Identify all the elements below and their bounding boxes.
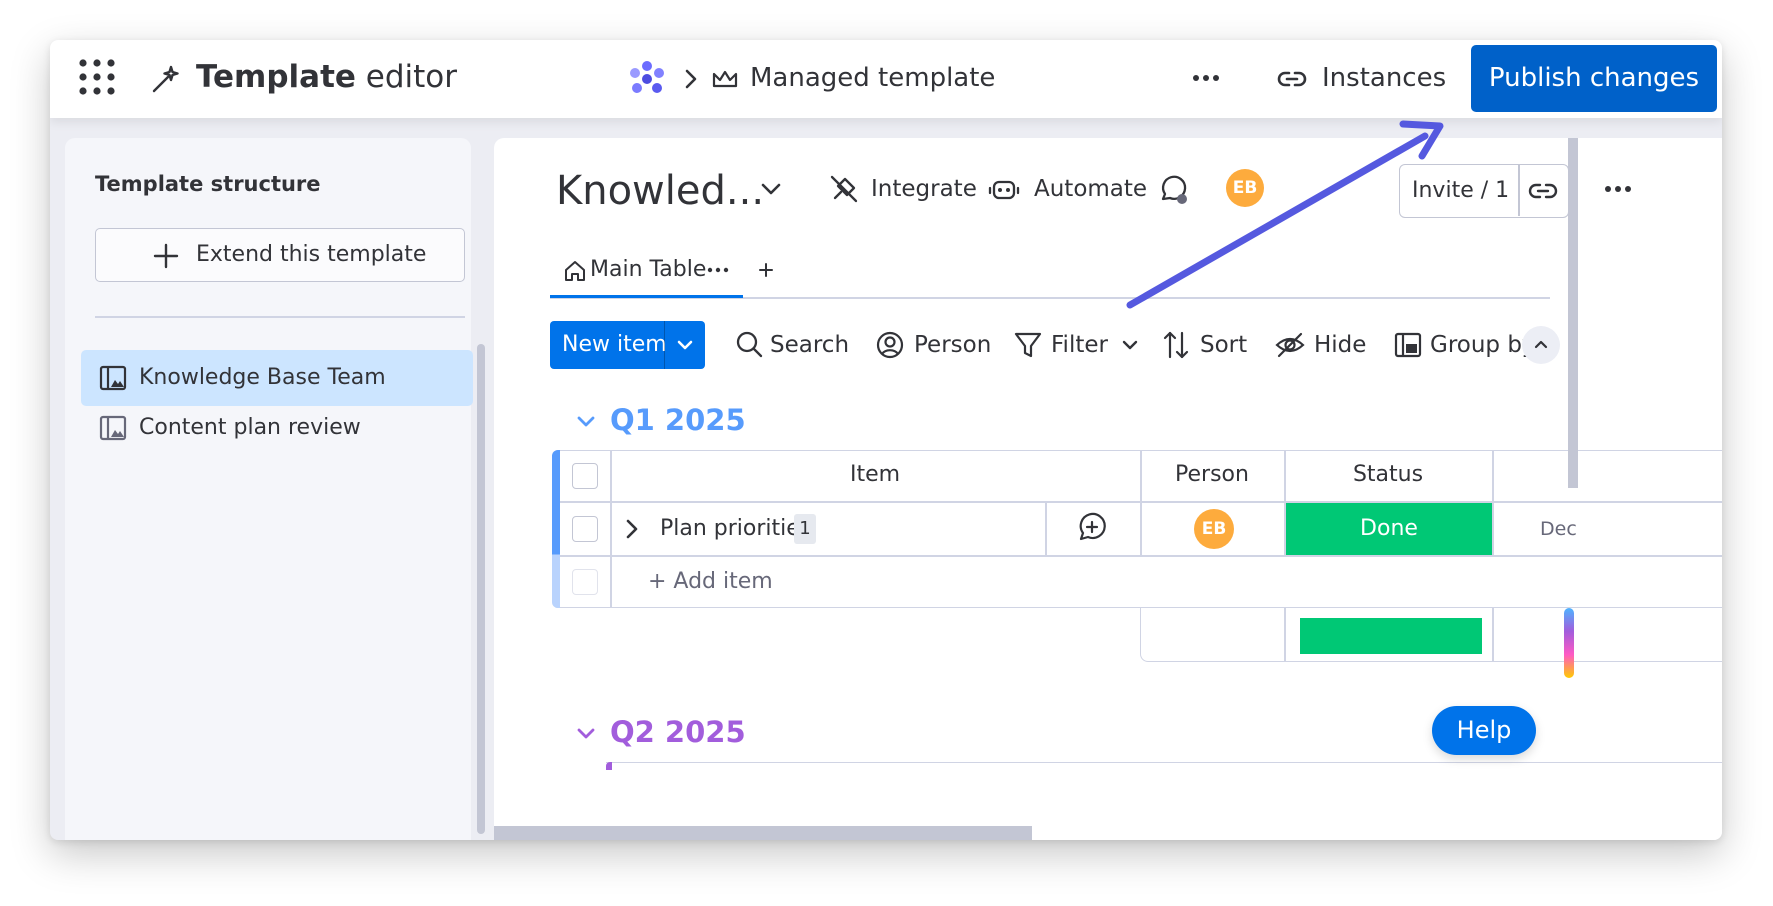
breadcrumb-template-name[interactable]: Managed template — [750, 60, 995, 96]
filter-icon — [1014, 332, 1042, 358]
board-title[interactable]: Knowled... — [556, 166, 764, 216]
magic-wand-icon — [152, 65, 179, 93]
person-icon — [876, 331, 904, 359]
panel-title: Template structure — [95, 172, 321, 196]
sidebar-item-knowledge-base-team[interactable]: Knowledge Base Team — [81, 350, 473, 406]
divider — [664, 321, 665, 369]
app-title: Template editor — [196, 59, 458, 95]
eye-hide-icon — [1275, 332, 1305, 358]
help-button[interactable]: Help — [1432, 706, 1536, 755]
chevron-down-icon[interactable] — [1114, 329, 1146, 361]
new-item-button[interactable]: New item — [550, 321, 705, 369]
automate-robot-icon — [988, 180, 1020, 200]
divider — [1284, 608, 1286, 662]
group-table-q2-top — [606, 762, 1722, 770]
add-view-icon[interactable] — [752, 256, 780, 284]
new-item-label: New item — [562, 332, 667, 357]
filter-button[interactable]: Filter — [1051, 329, 1108, 361]
extend-template-label: Extend this template — [196, 242, 427, 267]
ai-assistant-handle[interactable] — [1564, 608, 1574, 678]
search-button[interactable]: Search — [770, 329, 849, 361]
avatar[interactable]: EB — [1194, 509, 1234, 549]
group-title-q1[interactable]: Q1 2025 — [610, 402, 746, 438]
board-icon — [99, 415, 127, 441]
group-by-icon — [1394, 332, 1422, 358]
sort-button[interactable]: Sort — [1200, 329, 1247, 361]
row-checkbox[interactable] — [572, 516, 598, 542]
workspace-flower-icon[interactable] — [628, 60, 666, 98]
more-options-icon[interactable] — [1186, 60, 1226, 96]
template-structure-panel: Template structure Extend this template … — [65, 138, 485, 840]
add-item-button[interactable]: + Add item — [648, 567, 773, 597]
chevron-down-icon[interactable] — [756, 174, 786, 204]
date-cell[interactable]: Dec — [1540, 516, 1577, 542]
hide-button[interactable]: Hide — [1314, 329, 1366, 361]
sidebar-scrollbar[interactable] — [477, 344, 485, 834]
chevron-up-icon — [1534, 340, 1548, 349]
horizontal-scrollbar[interactable] — [494, 826, 1032, 840]
item-name[interactable]: Plan priorities — [660, 514, 811, 544]
group-color-bar — [552, 450, 560, 608]
subitems-count-badge[interactable]: 1 — [794, 514, 816, 544]
select-all-checkbox[interactable] — [572, 463, 598, 489]
tab-options-icon[interactable] — [704, 258, 732, 282]
vertical-scrollbar[interactable] — [1568, 138, 1578, 488]
board-panel: Knowled... Integrate Automate EB Invite … — [494, 138, 1722, 840]
integrate-button[interactable]: Integrate — [871, 173, 977, 205]
integrate-plug-icon — [830, 175, 858, 203]
collapse-toolbar-button[interactable] — [1522, 326, 1560, 364]
sidebar-item-content-plan-review[interactable]: Content plan review — [81, 400, 473, 456]
chevron-down-icon[interactable] — [572, 720, 600, 748]
board-icon — [99, 365, 127, 391]
chevron-right-icon — [685, 69, 697, 89]
invite-button-group: Invite / 1 — [1399, 164, 1569, 218]
search-icon — [736, 331, 763, 358]
status-cell[interactable]: Done — [1286, 503, 1492, 555]
invite-button[interactable]: Invite / 1 — [1412, 177, 1509, 205]
chat-updates-icon[interactable] — [1158, 174, 1190, 206]
publish-changes-button[interactable]: Publish changes — [1471, 45, 1717, 112]
group-title-q2[interactable]: Q2 2025 — [610, 714, 746, 750]
app-window: Template editor Managed template Instanc… — [50, 40, 1722, 840]
copy-link-icon[interactable] — [1528, 177, 1558, 205]
link-icon — [1277, 71, 1307, 87]
top-bar: Template editor Managed template Instanc… — [50, 40, 1722, 118]
active-tab-indicator — [550, 295, 743, 298]
divider — [1492, 608, 1494, 662]
divider — [1518, 165, 1520, 216]
more-options-icon[interactable] — [1598, 174, 1638, 204]
sidebar-item-label: Knowledge Base Team — [139, 365, 386, 390]
column-header-status[interactable]: Status — [1284, 460, 1492, 490]
plus-icon — [153, 243, 179, 269]
avatar[interactable]: EB — [1226, 169, 1264, 207]
sort-icon — [1163, 331, 1189, 359]
sidebar-item-label: Content plan review — [139, 415, 361, 440]
chevron-down-icon[interactable] — [572, 408, 600, 436]
column-header-person[interactable]: Person — [1140, 460, 1284, 490]
tab-main-table[interactable]: Main Table — [590, 255, 706, 285]
apps-grid-icon[interactable] — [78, 58, 116, 96]
divider — [95, 316, 465, 318]
expand-subitems-chevron-icon[interactable] — [620, 516, 644, 542]
chevron-down-icon[interactable] — [672, 332, 698, 358]
status-summary-bar[interactable] — [1300, 618, 1482, 654]
add-row-checkbox — [572, 569, 598, 595]
home-icon — [565, 261, 585, 281]
divider — [1492, 450, 1494, 556]
instances-button[interactable]: Instances — [1322, 60, 1446, 96]
group-by-button[interactable]: Group by — [1430, 329, 1536, 361]
extend-template-button[interactable]: Extend this template — [95, 228, 465, 282]
person-filter-button[interactable]: Person — [914, 329, 991, 361]
divider — [1045, 502, 1047, 556]
automate-button[interactable]: Automate — [1034, 173, 1147, 205]
crown-icon — [712, 70, 738, 88]
column-header-item[interactable]: Item — [610, 460, 1140, 490]
group-color-bar — [606, 762, 612, 770]
add-update-icon[interactable] — [1076, 512, 1108, 544]
